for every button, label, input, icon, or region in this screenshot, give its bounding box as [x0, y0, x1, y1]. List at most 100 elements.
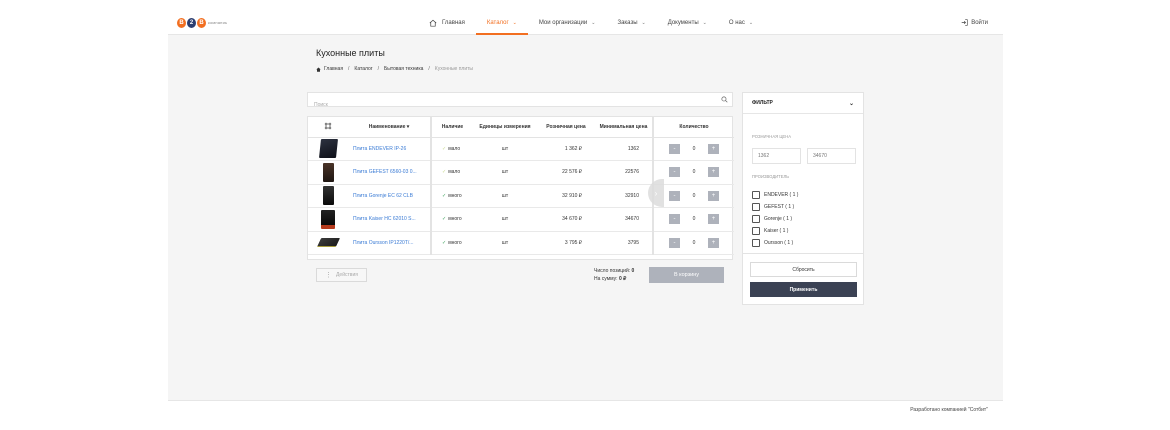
quantity-value[interactable]: 0	[680, 237, 708, 248]
decrement-button[interactable]: -	[669, 143, 680, 154]
table-row: Плита GEFEST 6560-03 0... ✓ мало шт 22 576 ₽…	[308, 160, 734, 185]
increment-button[interactable]: +	[708, 190, 719, 201]
positions-value: 0	[631, 268, 635, 274]
manufacturer-option[interactable]: Kaiser ( 1 )	[752, 225, 798, 237]
retail-price-cell: 3 795 ₽	[537, 231, 595, 255]
product-image[interactable]	[308, 160, 348, 185]
nav-item-label: Мои организации	[538, 19, 588, 26]
checkbox[interactable]	[752, 215, 760, 223]
product-image[interactable]	[308, 184, 348, 208]
nav-item-home[interactable]: Главная	[418, 10, 476, 35]
decrement-button[interactable]: -	[669, 237, 680, 248]
nav-item-orders[interactable]: Заказы ⌄	[606, 10, 656, 35]
manufacturer-option-label: Gorenje ( 1 )	[764, 216, 793, 222]
login-icon	[961, 19, 968, 26]
availability-text: мало	[448, 169, 461, 176]
add-to-cart-button[interactable]: В корзину	[649, 267, 724, 283]
chevron-down-icon: ⌄	[512, 19, 517, 26]
breadcrumb-appliances[interactable]: Бытовая техника	[384, 66, 423, 72]
checkbox[interactable]	[752, 239, 760, 247]
product-image[interactable]	[308, 207, 348, 232]
product-image[interactable]	[308, 231, 348, 255]
increment-button[interactable]: +	[708, 143, 719, 154]
product-name-link[interactable]: Плита Gorenje EC 62 CLB	[348, 184, 431, 208]
column-header-availability[interactable]: Наличие	[430, 117, 473, 138]
actions-label: Действия	[336, 272, 358, 278]
manufacturer-option[interactable]: Gorenje ( 1 )	[752, 213, 798, 225]
price-filter-label: РОЗНИЧНАЯ ЦЕНА	[752, 134, 792, 139]
nav-item-label: Каталог	[486, 19, 509, 26]
nav-item-label: Заказы	[617, 19, 638, 26]
logo[interactable]: B2B компаниь	[177, 17, 227, 28]
table-row: Плита Oursson IP1220T/... ✓ много шт 3 795 ₽…	[308, 231, 734, 255]
quantity-value[interactable]: 0	[680, 190, 708, 201]
availability-cell: ✓ много	[430, 207, 473, 232]
main-nav: Главная Каталог ⌄ Мои организации ⌄ Заказы…	[418, 10, 764, 35]
chevron-down-icon: ⌄	[591, 19, 596, 26]
column-header-quantity[interactable]: Количество	[652, 117, 734, 138]
checkbox[interactable]	[752, 191, 760, 199]
quantity-cell: -0 +	[652, 184, 734, 208]
product-image[interactable]	[308, 137, 348, 161]
increment-button[interactable]: +	[708, 167, 719, 178]
quantity-cell: -0 +	[652, 160, 734, 185]
product-name-link[interactable]: Плита ENDEVER IP-26	[348, 137, 431, 161]
reset-filter-button[interactable]: Сбросить	[750, 262, 857, 277]
login-label: Войти	[971, 19, 988, 26]
column-header-unit[interactable]: Единицы измерения	[473, 117, 537, 138]
decrement-button[interactable]: -	[669, 167, 680, 178]
quantity-value[interactable]: 0	[680, 167, 708, 178]
product-name-link[interactable]: Плита Oursson IP1220T/...	[348, 231, 431, 255]
apply-filter-button[interactable]: Применить	[750, 282, 857, 297]
filter-header[interactable]: ФИЛЬТР ⌄	[743, 93, 863, 114]
quantity-stepper: -0 +	[655, 214, 734, 225]
footer-credit[interactable]: Разработано компанией "Сотбит"	[910, 407, 988, 413]
breadcrumb-home[interactable]: Главная	[324, 66, 343, 72]
product-name-link[interactable]: Плита Kaiser HC 62010 S...	[348, 207, 431, 232]
manufacturer-option[interactable]: ENDEVER ( 1 )	[752, 189, 798, 201]
login-button[interactable]: Войти	[961, 10, 988, 35]
manufacturer-list: ENDEVER ( 1 ) GEFEST ( 1 ) Gorenje ( 1 ) Ka…	[752, 189, 798, 249]
search-icon[interactable]	[721, 96, 728, 103]
actions-button[interactable]: ⋮ Действия	[316, 268, 367, 282]
column-settings-icon[interactable]	[308, 117, 348, 138]
divider	[743, 253, 863, 254]
increment-button[interactable]: +	[708, 214, 719, 225]
chevron-down-icon: ⌄	[848, 100, 854, 107]
increment-button[interactable]: +	[708, 237, 719, 248]
page-title: Кухонные плиты	[316, 48, 385, 58]
column-header-min-price[interactable]: Минимальная цена	[595, 117, 653, 138]
product-thumbnail	[322, 162, 334, 182]
home-icon	[429, 19, 437, 27]
sort-down-icon: ▾	[406, 123, 410, 130]
decrement-button[interactable]: -	[669, 190, 680, 201]
nav-item-catalog[interactable]: Каталог ⌄	[475, 10, 528, 35]
positions-label: Число позиций:	[594, 268, 631, 274]
table-header-row: Наименование ▾ Наличие Единицы измерения…	[308, 117, 734, 138]
price-max-input[interactable]	[807, 148, 856, 164]
column-header-retail-price[interactable]: Розничная цена	[537, 117, 595, 138]
price-range	[752, 148, 856, 164]
nav-item-about[interactable]: О нас ⌄	[718, 10, 764, 35]
price-min-input[interactable]	[752, 148, 801, 164]
nav-item-organizations[interactable]: Мои организации ⌄	[528, 10, 607, 35]
product-name-link[interactable]: Плита GEFEST 6560-03 0...	[348, 160, 431, 185]
checkbox[interactable]	[752, 227, 760, 235]
manufacturer-option[interactable]: GEFEST ( 1 )	[752, 201, 798, 213]
order-totals: Число позиций: 0 На сумму: 0 ₽	[594, 268, 634, 283]
breadcrumb-catalog[interactable]: Каталог	[354, 66, 372, 72]
quantity-value[interactable]: 0	[680, 143, 708, 154]
nav-item-documents[interactable]: Документы ⌄	[657, 10, 718, 35]
manufacturer-option[interactable]: Oursson ( 1 )	[752, 237, 798, 249]
checkbox[interactable]	[752, 203, 760, 211]
decrement-button[interactable]: -	[669, 214, 680, 225]
manufacturer-option-label: GEFEST ( 1 )	[764, 204, 795, 210]
check-icon: ✓	[442, 145, 447, 152]
quantity-cell: -0 +	[652, 207, 734, 232]
breadcrumb-separator: /	[348, 66, 350, 72]
column-header-name[interactable]: Наименование ▾	[348, 117, 431, 138]
logo-text: компаниь	[208, 20, 228, 25]
quantity-value[interactable]: 0	[680, 214, 708, 225]
retail-price-cell: 1 362 ₽	[537, 137, 595, 161]
search-input[interactable]	[308, 98, 708, 112]
